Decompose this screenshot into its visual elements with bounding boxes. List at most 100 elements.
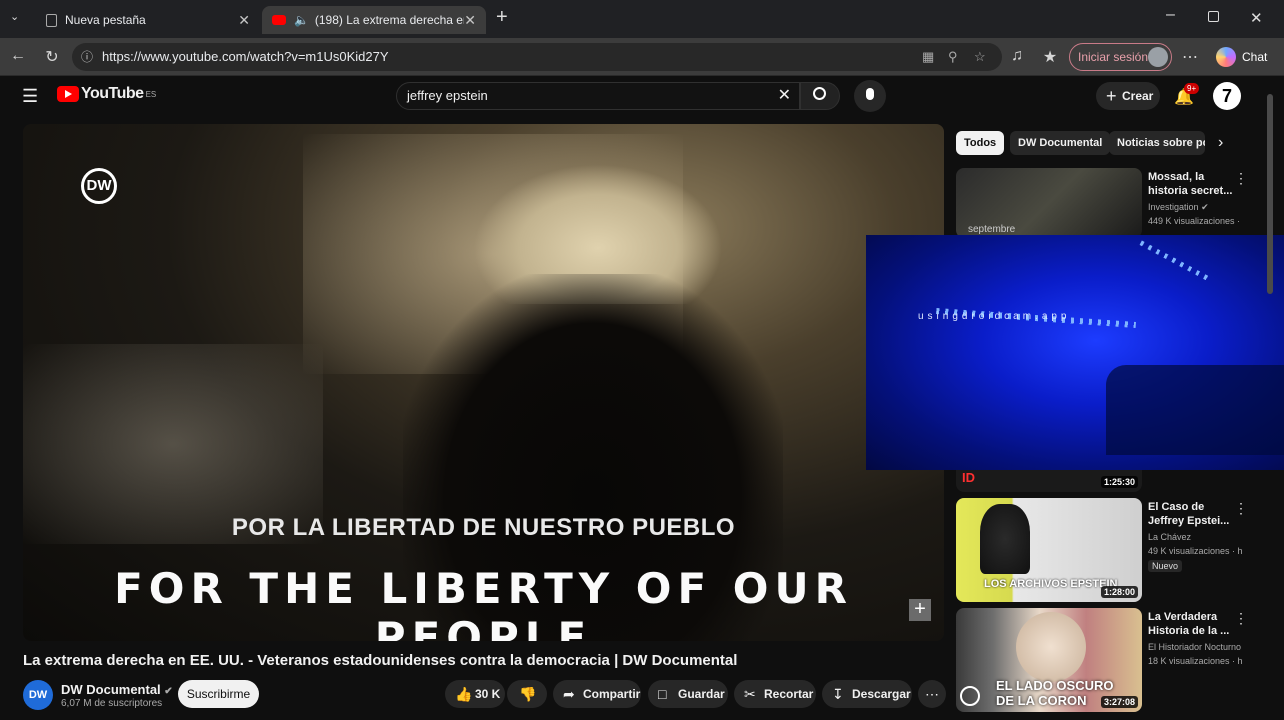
chip-dw-documental[interactable]: DW Documental <box>1010 131 1111 155</box>
site-info-icon[interactable]: ⓘ <box>81 43 93 71</box>
favorites-icon[interactable]: ★ <box>1040 47 1060 67</box>
download-icon: ↧ <box>832 686 844 702</box>
download-button[interactable]: ↧ Descargar <box>822 680 912 708</box>
channel-name-text: DW Documental <box>61 682 161 697</box>
chip-noticias[interactable]: Noticias sobre po <box>1109 131 1205 155</box>
related-video-thumbnail[interactable]: septembre <box>956 168 1142 238</box>
related-video-thumbnail[interactable]: EL LADO OSCURO DE LA CORON 3:27:08 <box>956 608 1142 712</box>
youtube-favicon-icon <box>272 15 286 25</box>
more-vertical-icon[interactable]: ⋮ <box>1234 500 1248 517</box>
favorite-star-icon[interactable]: ☆ <box>974 43 986 71</box>
tab-title: Nueva pestaña <box>65 13 146 27</box>
close-icon[interactable]: ✕ <box>238 12 250 29</box>
media-control-icon[interactable]: ♫ <box>1007 47 1027 65</box>
tab-new-tab[interactable]: Nueva pestaña ✕ <box>36 6 260 34</box>
clip-button[interactable]: ✂ Recortar <box>734 680 816 708</box>
tab-youtube-video[interactable]: 🔈 (198) La extrema derecha en E ✕ <box>262 6 486 34</box>
chat-label: Chat <box>1242 50 1268 64</box>
related-video-title[interactable]: La Verdadera Historia de la ... <box>1148 610 1236 638</box>
zoom-icon[interactable]: ⚲ <box>948 43 958 71</box>
add-icon[interactable]: + <box>909 599 931 621</box>
thumbnail-caption: EL LADO OSCURO DE LA CORON <box>996 678 1114 708</box>
restore-button[interactable] <box>1208 11 1219 22</box>
signin-button[interactable]: Iniciar sesión <box>1069 43 1172 71</box>
thumbs-up-icon: 👍 <box>455 686 473 702</box>
tab-list-chevron-icon[interactable]: ⌄ <box>10 10 26 26</box>
related-video-title[interactable]: Mossad, la historia secret... <box>1148 170 1236 198</box>
dislike-button[interactable]: 👎 <box>507 680 547 708</box>
share-button[interactable]: ➦ Compartir <box>553 680 641 708</box>
chevron-right-icon[interactable]: › <box>1218 134 1223 152</box>
profile-avatar-icon <box>1148 47 1168 67</box>
notification-badge: 9+ <box>1184 83 1200 94</box>
more-vertical-icon[interactable]: ⋮ <box>1234 610 1248 627</box>
more-vertical-icon[interactable]: ⋮ <box>1234 170 1248 187</box>
back-arrow-icon[interactable]: ← <box>8 47 28 65</box>
download-label: Descargar <box>852 687 911 701</box>
scissors-icon: ✂ <box>744 686 756 702</box>
browser-toolbar: ← ↻ ⓘ https://www.youtube.com/watch?v=m1… <box>0 38 1284 76</box>
related-video-title[interactable]: El Caso de Jeffrey Epstei... <box>1148 500 1236 528</box>
notifications-button[interactable]: 🔔 9+ <box>1172 83 1200 109</box>
browser-tab-strip: ⌄ Nueva pestaña ✕ 🔈 (198) La extrema der… <box>0 0 1284 38</box>
channel-name[interactable]: DW Documental ✔ <box>61 682 173 697</box>
video-title: La extrema derecha en EE. UU. - Veterano… <box>23 652 738 669</box>
subscriber-count: 6,07 M de suscriptores <box>61 698 163 709</box>
close-icon[interactable]: ✕ <box>464 12 476 29</box>
plus-icon: + <box>1106 86 1117 106</box>
related-video-channel: Investigation ✔ <box>1148 202 1248 213</box>
youtube-logo-text: YouTube <box>81 85 144 102</box>
video-player[interactable]: DW POR LA LIBERTAD DE NUESTRO PUEBLO FOR… <box>23 124 944 641</box>
app-install-icon[interactable]: ▦ <box>922 43 934 71</box>
queen-portrait <box>1016 612 1086 682</box>
bookmark-icon: □ <box>658 686 667 702</box>
search-input[interactable]: jeffrey epstein ✕ <box>396 82 800 110</box>
speaker-icon[interactable]: 🔈 <box>294 13 309 27</box>
thumbs-down-icon: 👎 <box>519 686 537 702</box>
more-options-icon[interactable]: ⋯ <box>1180 47 1200 67</box>
camera-overlay: usingdroidcam.app <box>866 235 1284 470</box>
create-button[interactable]: + Crear <box>1096 82 1160 110</box>
reload-icon[interactable]: ↻ <box>42 47 62 67</box>
channel-avatar[interactable]: DW <box>23 680 53 710</box>
page-icon <box>46 13 57 27</box>
copilot-chat-button[interactable]: Chat <box>1212 43 1276 71</box>
thumbnail-caption: LOS ARCHIVOS EPSTEIN <box>984 578 1118 590</box>
related-video-views: 49 K visualizaciones · h <box>1148 546 1243 556</box>
url-text: https://www.youtube.com/watch?v=m1Us0Kid… <box>102 49 389 64</box>
youtube-play-icon <box>57 86 79 102</box>
menu-icon[interactable]: ☰ <box>22 86 38 107</box>
like-button[interactable]: 👍 30 K <box>445 680 505 708</box>
page-scrollbar[interactable] <box>1266 84 1274 714</box>
search-value: jeffrey epstein <box>407 88 488 103</box>
id-logo-icon: ID <box>962 470 975 485</box>
save-label: Guardar <box>678 687 725 701</box>
verified-icon: ✔ <box>1201 202 1209 212</box>
close-window-button[interactable]: ✕ <box>1250 9 1263 27</box>
new-badge: Nuevo <box>1148 560 1183 572</box>
subscribe-button[interactable]: Suscribirme <box>178 680 259 708</box>
video-duration: 1:28:00 <box>1100 586 1138 598</box>
minimize-button[interactable]: – <box>1166 6 1175 24</box>
create-label: Crear <box>1122 89 1154 103</box>
chip-all[interactable]: Todos <box>956 131 1005 155</box>
related-video-thumbnail[interactable]: LOS ARCHIVOS EPSTEIN 1:28:00 <box>956 498 1142 602</box>
more-horizontal-icon: ⋯ <box>925 686 939 702</box>
search-button[interactable] <box>800 82 840 110</box>
verified-icon: ✔ <box>164 686 173 697</box>
new-tab-button[interactable]: + <box>496 6 508 29</box>
search-icon <box>813 87 826 100</box>
microphone-icon <box>866 88 874 100</box>
region-code: ES <box>145 89 157 99</box>
more-actions-button[interactable]: ⋯ <box>918 680 946 708</box>
voice-search-button[interactable] <box>854 80 886 112</box>
youtube-logo[interactable]: YouTube ES <box>57 85 156 103</box>
clear-search-icon[interactable]: ✕ <box>778 83 791 109</box>
scrollbar-thumb[interactable] <box>1267 94 1273 294</box>
dw-watermark-logo: DW <box>81 168 117 204</box>
address-bar[interactable]: ⓘ https://www.youtube.com/watch?v=m1Us0K… <box>72 43 1002 71</box>
save-button[interactable]: □ Guardar <box>648 680 728 708</box>
related-video-channel: El Historiador Nocturno <box>1148 642 1242 652</box>
user-avatar[interactable]: 7 <box>1213 82 1241 110</box>
related-video-views: 18 K visualizaciones · h <box>1148 656 1243 666</box>
